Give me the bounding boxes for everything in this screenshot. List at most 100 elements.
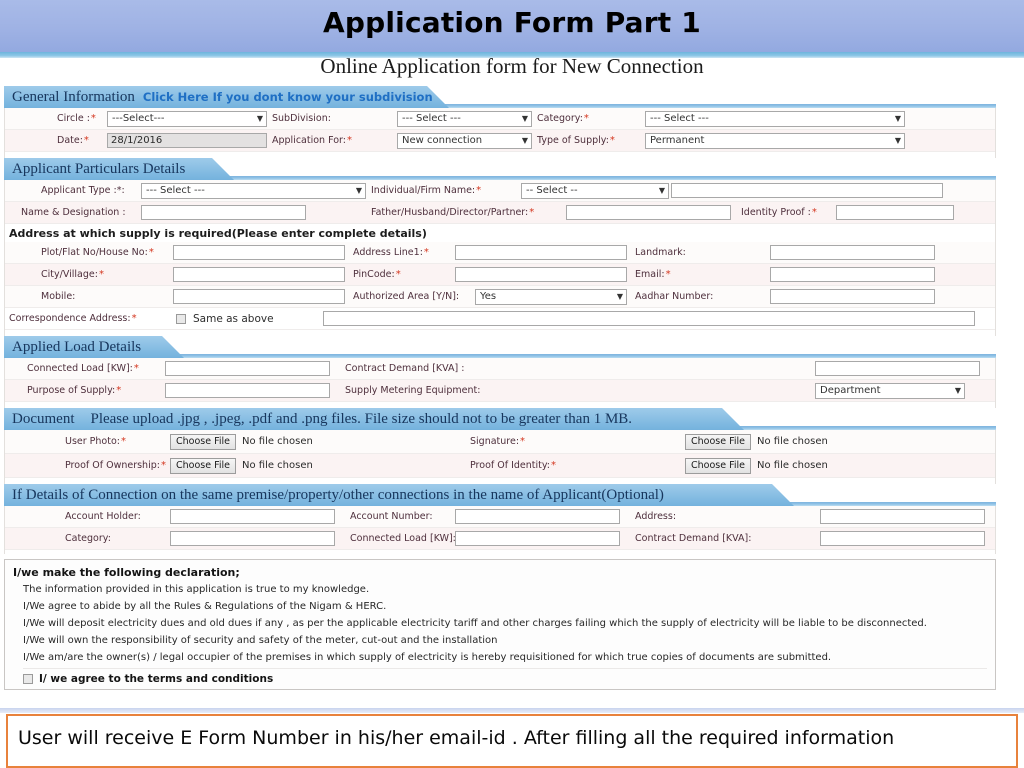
circle-select-value: ---Select--- bbox=[112, 113, 165, 124]
required-star: * bbox=[551, 460, 557, 471]
landmark-input[interactable] bbox=[770, 245, 935, 260]
contract-demand-input[interactable] bbox=[815, 361, 980, 376]
subdivision-help-link[interactable]: Click Here If you dont know your subdivi… bbox=[143, 90, 433, 104]
existing-contract-demand-label: Contract Demand [KVA]: bbox=[635, 533, 752, 544]
chevron-down-icon: ▼ bbox=[658, 185, 665, 195]
connected-load-label: Connected Load [KW]: * bbox=[27, 363, 139, 374]
applicant-type-select[interactable]: --- Select --- ▼ bbox=[141, 182, 371, 199]
application-for-label: Application For: * bbox=[272, 135, 352, 146]
application-for-select[interactable]: New connection ▼ bbox=[397, 132, 537, 149]
same-as-above-checkbox[interactable] bbox=[176, 313, 186, 324]
chevron-down-icon: ▼ bbox=[521, 113, 528, 123]
chevron-down-icon: ▼ bbox=[355, 185, 362, 195]
purpose-input[interactable] bbox=[165, 383, 330, 398]
existing-address-input[interactable] bbox=[820, 509, 985, 524]
row-correspondence: Correspondence Address: * Same as above bbox=[5, 308, 995, 330]
declaration-line-5: I/We am/are the owner(s) / legal occupie… bbox=[23, 652, 832, 663]
chevron-down-icon: ▼ bbox=[256, 113, 263, 123]
declaration-box: I/we make the following declaration; The… bbox=[4, 559, 996, 690]
authorized-area-select[interactable]: Yes ▼ bbox=[475, 288, 635, 305]
proof-ownership-filename: No file chosen bbox=[242, 460, 313, 471]
purpose-label: Purpose of Supply: * bbox=[27, 385, 122, 396]
firm-name-select[interactable]: -- Select -- ▼ bbox=[521, 182, 671, 199]
aadhar-label: Aadhar Number: bbox=[635, 291, 714, 302]
bottom-separator bbox=[0, 708, 1024, 713]
aadhar-input[interactable] bbox=[770, 289, 935, 304]
document-upload-note: Please upload .jpg , .jpeg, .pdf and .pn… bbox=[90, 410, 633, 427]
page-title: Application Form Part 1 bbox=[323, 6, 701, 39]
firm-name-value: -- Select -- bbox=[526, 185, 578, 196]
chevron-down-icon: ▼ bbox=[894, 135, 901, 145]
agree-terms-checkbox[interactable] bbox=[23, 674, 33, 684]
row-date-appfor-supply: Date:* Application For:* New connection … bbox=[5, 130, 995, 152]
application-for-value: New connection bbox=[402, 135, 483, 146]
row-connected-load: Connected Load [KW]: * Contract Demand [K… bbox=[5, 358, 995, 380]
row-existing-category: Category: Connected Load [KW]: Contract … bbox=[5, 528, 995, 550]
chevron-down-icon: ▼ bbox=[894, 113, 901, 123]
load-fields: Connected Load [KW]: * Contract Demand [K… bbox=[4, 358, 996, 408]
proof-identity-choose-file-button[interactable]: Choose File bbox=[685, 457, 751, 474]
metering-select[interactable]: Department ▼ bbox=[815, 382, 995, 399]
father-input[interactable] bbox=[566, 205, 731, 220]
declaration-line-1: The information provided in this applica… bbox=[23, 584, 370, 595]
metering-value: Department bbox=[820, 385, 881, 396]
email-input[interactable] bbox=[770, 267, 935, 282]
account-holder-label: Account Holder: bbox=[65, 511, 141, 522]
father-label: Father/Husband/Director/Partner: * bbox=[371, 207, 535, 218]
existing-connected-load-input[interactable] bbox=[455, 531, 620, 546]
pincode-input[interactable] bbox=[455, 267, 627, 282]
correspondence-input[interactable] bbox=[323, 311, 975, 326]
existing-category-label: Category: bbox=[65, 533, 111, 544]
required-star: * bbox=[476, 185, 482, 196]
chevron-down-icon: ▼ bbox=[616, 291, 623, 301]
firm-name-label: Individual/Firm Name: * bbox=[371, 185, 482, 196]
user-photo-filename: No file chosen bbox=[242, 436, 313, 447]
mobile-label: Mobile: bbox=[41, 291, 76, 302]
mobile-input[interactable] bbox=[173, 289, 345, 304]
required-star: * bbox=[346, 135, 352, 146]
proof-identity-label: Proof Of Identity: * bbox=[470, 460, 557, 471]
name-designation-label: Name & Designation : bbox=[21, 207, 126, 218]
section-title-existing: If Details of Connection on the same pre… bbox=[12, 486, 664, 503]
account-number-input[interactable] bbox=[455, 509, 620, 524]
plot-input[interactable] bbox=[173, 245, 345, 260]
user-photo-choose-file-button[interactable]: Choose File bbox=[170, 433, 236, 450]
required-star: * bbox=[423, 247, 429, 258]
type-of-supply-select[interactable]: Permanent ▼ bbox=[645, 132, 995, 149]
name-designation-input[interactable] bbox=[141, 205, 306, 220]
identity-proof-input[interactable] bbox=[836, 205, 954, 220]
account-number-label: Account Number: bbox=[350, 511, 433, 522]
contract-demand-label: Contract Demand [KVA] : bbox=[345, 363, 465, 374]
section-title-applicant: Applicant Particulars Details bbox=[12, 160, 186, 177]
footer-note: User will receive E Form Number in his/h… bbox=[18, 727, 895, 749]
declaration-line-3: I/We will deposit electricity dues and o… bbox=[23, 618, 927, 629]
account-holder-input[interactable] bbox=[170, 509, 335, 524]
application-form: General Information Click Here If you do… bbox=[4, 86, 996, 690]
city-label: City/Village: * bbox=[41, 269, 104, 280]
section-tab-general: General Information Click Here If you do… bbox=[4, 86, 449, 108]
signature-choose-file-button[interactable]: Choose File bbox=[685, 433, 751, 450]
firm-name-input[interactable] bbox=[671, 183, 943, 198]
required-star: * bbox=[529, 207, 535, 218]
connected-load-input[interactable] bbox=[165, 361, 330, 376]
address-line1-input[interactable] bbox=[455, 245, 627, 260]
existing-category-input[interactable] bbox=[170, 531, 335, 546]
existing-address-label: Address: bbox=[635, 511, 677, 522]
required-star: * bbox=[83, 135, 89, 146]
landmark-label: Landmark: bbox=[635, 247, 686, 258]
proof-ownership-choose-file-button[interactable]: Choose File bbox=[170, 457, 236, 474]
circle-label: Circle : * bbox=[57, 113, 96, 124]
existing-contract-demand-input[interactable] bbox=[820, 531, 985, 546]
row-account-holder: Account Holder: Account Number: Address: bbox=[5, 506, 995, 528]
subdivision-select[interactable]: --- Select --- ▼ bbox=[397, 110, 537, 127]
city-input[interactable] bbox=[173, 267, 345, 282]
existing-fields: Account Holder: Account Number: Address:… bbox=[4, 506, 996, 554]
declaration-heading: I/we make the following declaration; bbox=[13, 566, 240, 579]
circle-select[interactable]: ---Select--- ▼ bbox=[107, 110, 272, 127]
required-star: * bbox=[811, 207, 817, 218]
declaration-line-4: I/We will own the responsibility of secu… bbox=[23, 635, 498, 646]
date-input[interactable] bbox=[107, 133, 267, 148]
subdivision-select-value: --- Select --- bbox=[402, 113, 461, 124]
category-select[interactable]: --- Select --- ▼ bbox=[645, 110, 995, 127]
identity-proof-label: Identity Proof : * bbox=[741, 207, 817, 218]
